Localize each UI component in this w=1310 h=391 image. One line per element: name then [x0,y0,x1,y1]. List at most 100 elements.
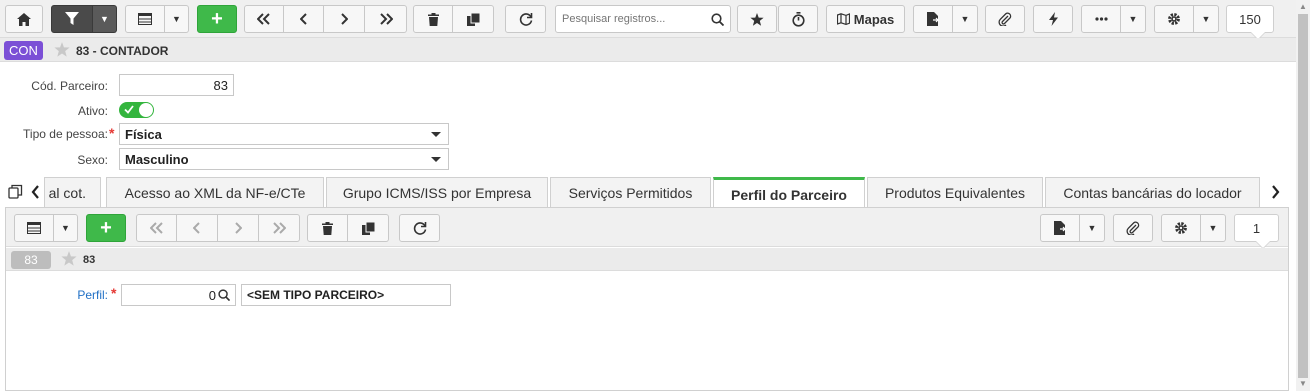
report-button[interactable] [913,5,953,33]
settings-dropdown-button[interactable]: ▼ [1194,5,1219,33]
tab-servicos-permitidos[interactable]: Serviços Permitidos [550,177,711,208]
gear-icon [1168,13,1180,25]
more-options-dropdown-button[interactable]: ▼ [1121,5,1146,33]
record-title: 83 - CONTADOR [76,44,169,58]
sexo-label: Sexo: [77,153,108,167]
inner-grid-view-dropdown-button[interactable]: ▼ [54,214,78,242]
perfil-code-field[interactable]: 0 [121,284,236,306]
ativo-toggle[interactable] [119,102,154,118]
scroll-down-icon[interactable]: ▼ [1299,379,1307,388]
sexo-select[interactable]: Masculino [119,148,449,170]
refresh-button[interactable] [505,5,546,33]
cod-parceiro-label: Cód. Parceiro: [31,79,108,93]
inner-grid-view-button[interactable] [14,214,54,242]
grid-view-dropdown-button[interactable]: ▼ [165,5,189,33]
chevron-down-icon: ▼ [1128,14,1138,24]
tab-contas-bancarias[interactable]: Contas bancárias do locador [1045,177,1260,208]
settings-button[interactable] [1154,5,1194,33]
chevron-down-icon [431,157,441,162]
search-icon[interactable] [711,12,724,26]
actions-button[interactable] [1033,5,1073,33]
inner-record-title: 83 [83,254,96,266]
paperclip-icon [998,12,1012,26]
grid-view-button[interactable] [125,5,165,33]
inner-duplicate-button[interactable] [348,214,389,242]
chevron-down-icon: ▼ [172,14,181,24]
inner-settings-button[interactable] [1161,214,1201,242]
stopwatch-icon [791,11,805,27]
chevron-down-icon: ▼ [100,14,109,24]
home-button[interactable] [5,5,43,33]
tipo-pessoa-select[interactable]: Física [119,123,449,145]
inner-refresh-button[interactable] [399,214,440,242]
inner-report-button[interactable] [1040,214,1080,242]
filter-icon [65,12,79,25]
home-icon [17,12,31,26]
ativo-label: Ativo: [77,104,108,118]
tab-perfil-parceiro[interactable]: Perfil do Parceiro [713,177,865,209]
maps-label: Mapas [853,11,895,27]
add-button[interactable]: + [197,5,237,33]
scrollbar-thumb[interactable] [1298,14,1308,378]
double-chevron-right-icon [379,13,393,25]
delete-button[interactable] [413,5,453,33]
gear-icon [1175,222,1187,234]
inner-add-button[interactable]: + [86,214,126,242]
copy-icon [361,221,375,235]
inner-report-dropdown-button[interactable]: ▼ [1080,214,1105,242]
inner-next-record-button[interactable] [218,214,259,242]
star-icon[interactable] [61,251,77,266]
chevron-right-icon [235,222,242,234]
inner-settings-dropdown-button[interactable]: ▼ [1201,214,1226,242]
timer-button[interactable] [778,5,818,33]
search-icon[interactable] [218,289,230,301]
copy-icon[interactable] [8,184,23,199]
chevron-left-icon [193,222,200,234]
favorite-button[interactable] [737,5,777,33]
inner-attachment-button[interactable] [1113,214,1153,242]
maps-button[interactable]: Mapas [826,5,905,33]
cod-parceiro-field[interactable]: 83 [119,74,234,96]
map-icon [836,13,850,25]
tab-produtos-equivalentes[interactable]: Produtos Equivalentes [867,177,1043,208]
chevron-down-icon: ▼ [1201,14,1211,24]
inner-last-record-button[interactable] [259,214,300,242]
next-record-button[interactable] [324,5,365,33]
scroll-up-icon[interactable]: ▲ [1299,2,1307,11]
attachment-button[interactable] [985,5,1025,33]
filter-dropdown-button[interactable]: ▼ [93,5,117,33]
search-box [555,5,731,33]
tab-grupo-icms[interactable]: Grupo ICMS/ISS por Empresa [326,177,548,208]
paperclip-icon [1126,221,1140,235]
inner-delete-button[interactable] [307,214,348,242]
filter-button[interactable] [51,5,93,33]
duplicate-button[interactable] [453,5,494,33]
refresh-icon [413,222,426,235]
tabs-scroll-left-icon[interactable] [31,185,40,199]
vertical-scrollbar[interactable]: ▲ ▼ [1296,0,1310,391]
star-icon[interactable] [54,42,70,57]
tab-acesso-xml[interactable]: Acesso ao XML da NF-e/CTe [106,177,324,208]
tipo-pessoa-label-text: Tipo de pessoa: [23,127,108,141]
first-record-button[interactable] [244,5,284,33]
tab-total-cot[interactable]: al cot. [44,177,101,208]
perfil-code-value: 0 [208,287,216,303]
document-icon [927,12,939,26]
sexo-value: Masculino [125,151,189,167]
last-record-button[interactable] [365,5,407,33]
more-options-button[interactable] [1081,5,1121,33]
ellipsis-icon [1094,17,1108,21]
inner-title-bar [6,248,1288,271]
tabs-scroll-right-icon[interactable] [1271,185,1280,199]
perfil-label[interactable]: Perfil: [60,288,108,302]
inner-previous-record-button[interactable] [177,214,218,242]
tipo-pessoa-value: Física [125,126,162,142]
report-dropdown-button[interactable]: ▼ [953,5,978,33]
double-chevron-left-icon [149,222,163,234]
inner-first-record-button[interactable] [136,214,177,242]
search-input[interactable] [562,13,711,25]
chevron-left-icon [299,13,307,25]
previous-record-button[interactable] [284,5,324,33]
trash-icon [322,221,333,235]
perfil-description-field: <SEM TIPO PARCEIRO> [241,284,451,306]
